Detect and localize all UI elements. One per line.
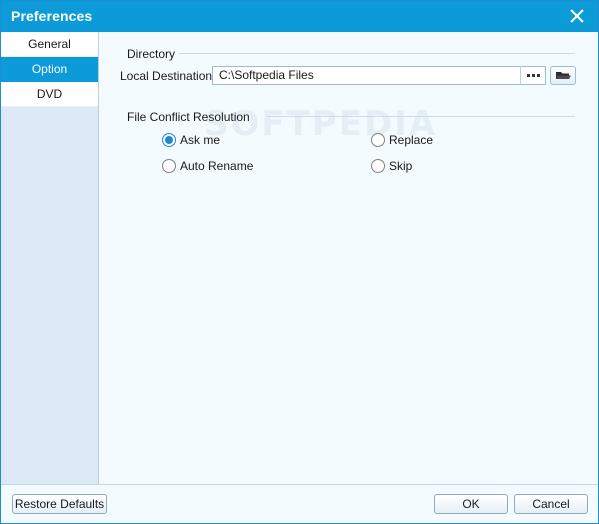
window-title: Preferences <box>11 8 93 24</box>
open-folder-button[interactable] <box>550 66 576 85</box>
folder-open-icon <box>556 72 571 79</box>
options-panel: SOFTPEDIA Directory Local Destination: F… <box>99 32 598 484</box>
replace-label[interactable]: Replace <box>389 133 433 147</box>
local-destination-field[interactable] <box>212 66 524 85</box>
preferences-window: Preferences General Option DVD SOFTPEDIA… <box>0 0 599 524</box>
sidebar-item-label: General <box>28 37 71 51</box>
conflict-group-header: File Conflict Resolution <box>127 110 250 124</box>
cancel-button[interactable]: Cancel <box>514 494 588 514</box>
local-destination-label: Local Destination: <box>120 69 216 83</box>
sidebar-item-dvd[interactable]: DVD <box>1 82 98 107</box>
sidebar-item-general[interactable]: General <box>1 32 98 57</box>
directory-divider <box>179 53 575 54</box>
sidebar-item-label: DVD <box>36 87 63 101</box>
skip-radio[interactable] <box>371 159 385 173</box>
auto-rename-label[interactable]: Auto Rename <box>180 159 253 173</box>
footer-bar: Restore Defaults OK Cancel <box>1 484 598 523</box>
ok-button[interactable]: OK <box>434 494 508 514</box>
sidebar-item-label: Option <box>31 62 68 76</box>
sidebar-item-option[interactable]: Option <box>1 57 98 82</box>
replace-radio[interactable] <box>371 133 385 147</box>
title-bar: Preferences <box>1 1 598 32</box>
browse-button[interactable] <box>520 66 546 85</box>
auto-rename-radio[interactable] <box>162 159 176 173</box>
close-icon[interactable] <box>568 7 586 25</box>
ask-me-radio[interactable] <box>162 133 176 147</box>
conflict-divider <box>267 116 575 117</box>
ask-me-label[interactable]: Ask me <box>180 133 220 147</box>
skip-label[interactable]: Skip <box>389 159 412 173</box>
directory-group-header: Directory <box>127 47 176 61</box>
sidebar: General Option DVD <box>1 32 99 484</box>
restore-defaults-button[interactable]: Restore Defaults <box>12 494 107 514</box>
